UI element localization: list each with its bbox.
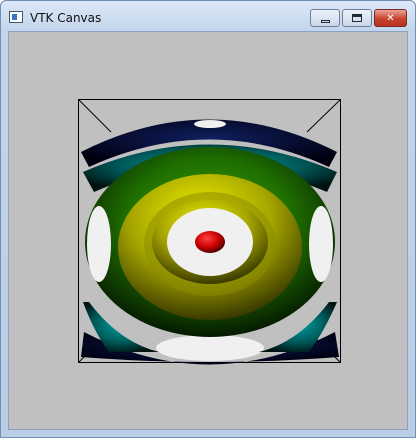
close-icon: ✕ <box>386 12 395 24</box>
close-button[interactable]: ✕ <box>374 9 407 27</box>
render-window[interactable] <box>8 31 408 430</box>
maximize-button[interactable] <box>342 9 372 27</box>
title-bar[interactable]: VTK Canvas ✕ <box>1 1 415 31</box>
center-contour-shell <box>195 231 225 253</box>
window-title: VTK Canvas <box>30 11 102 25</box>
minimize-button[interactable] <box>310 9 340 27</box>
vtk-render-canvas[interactable] <box>9 32 407 429</box>
app-icon[interactable] <box>9 11 23 23</box>
maximize-icon <box>352 14 362 22</box>
vtk-canvas-window: VTK Canvas ✕ <box>0 0 416 438</box>
minimize-icon <box>320 19 330 23</box>
